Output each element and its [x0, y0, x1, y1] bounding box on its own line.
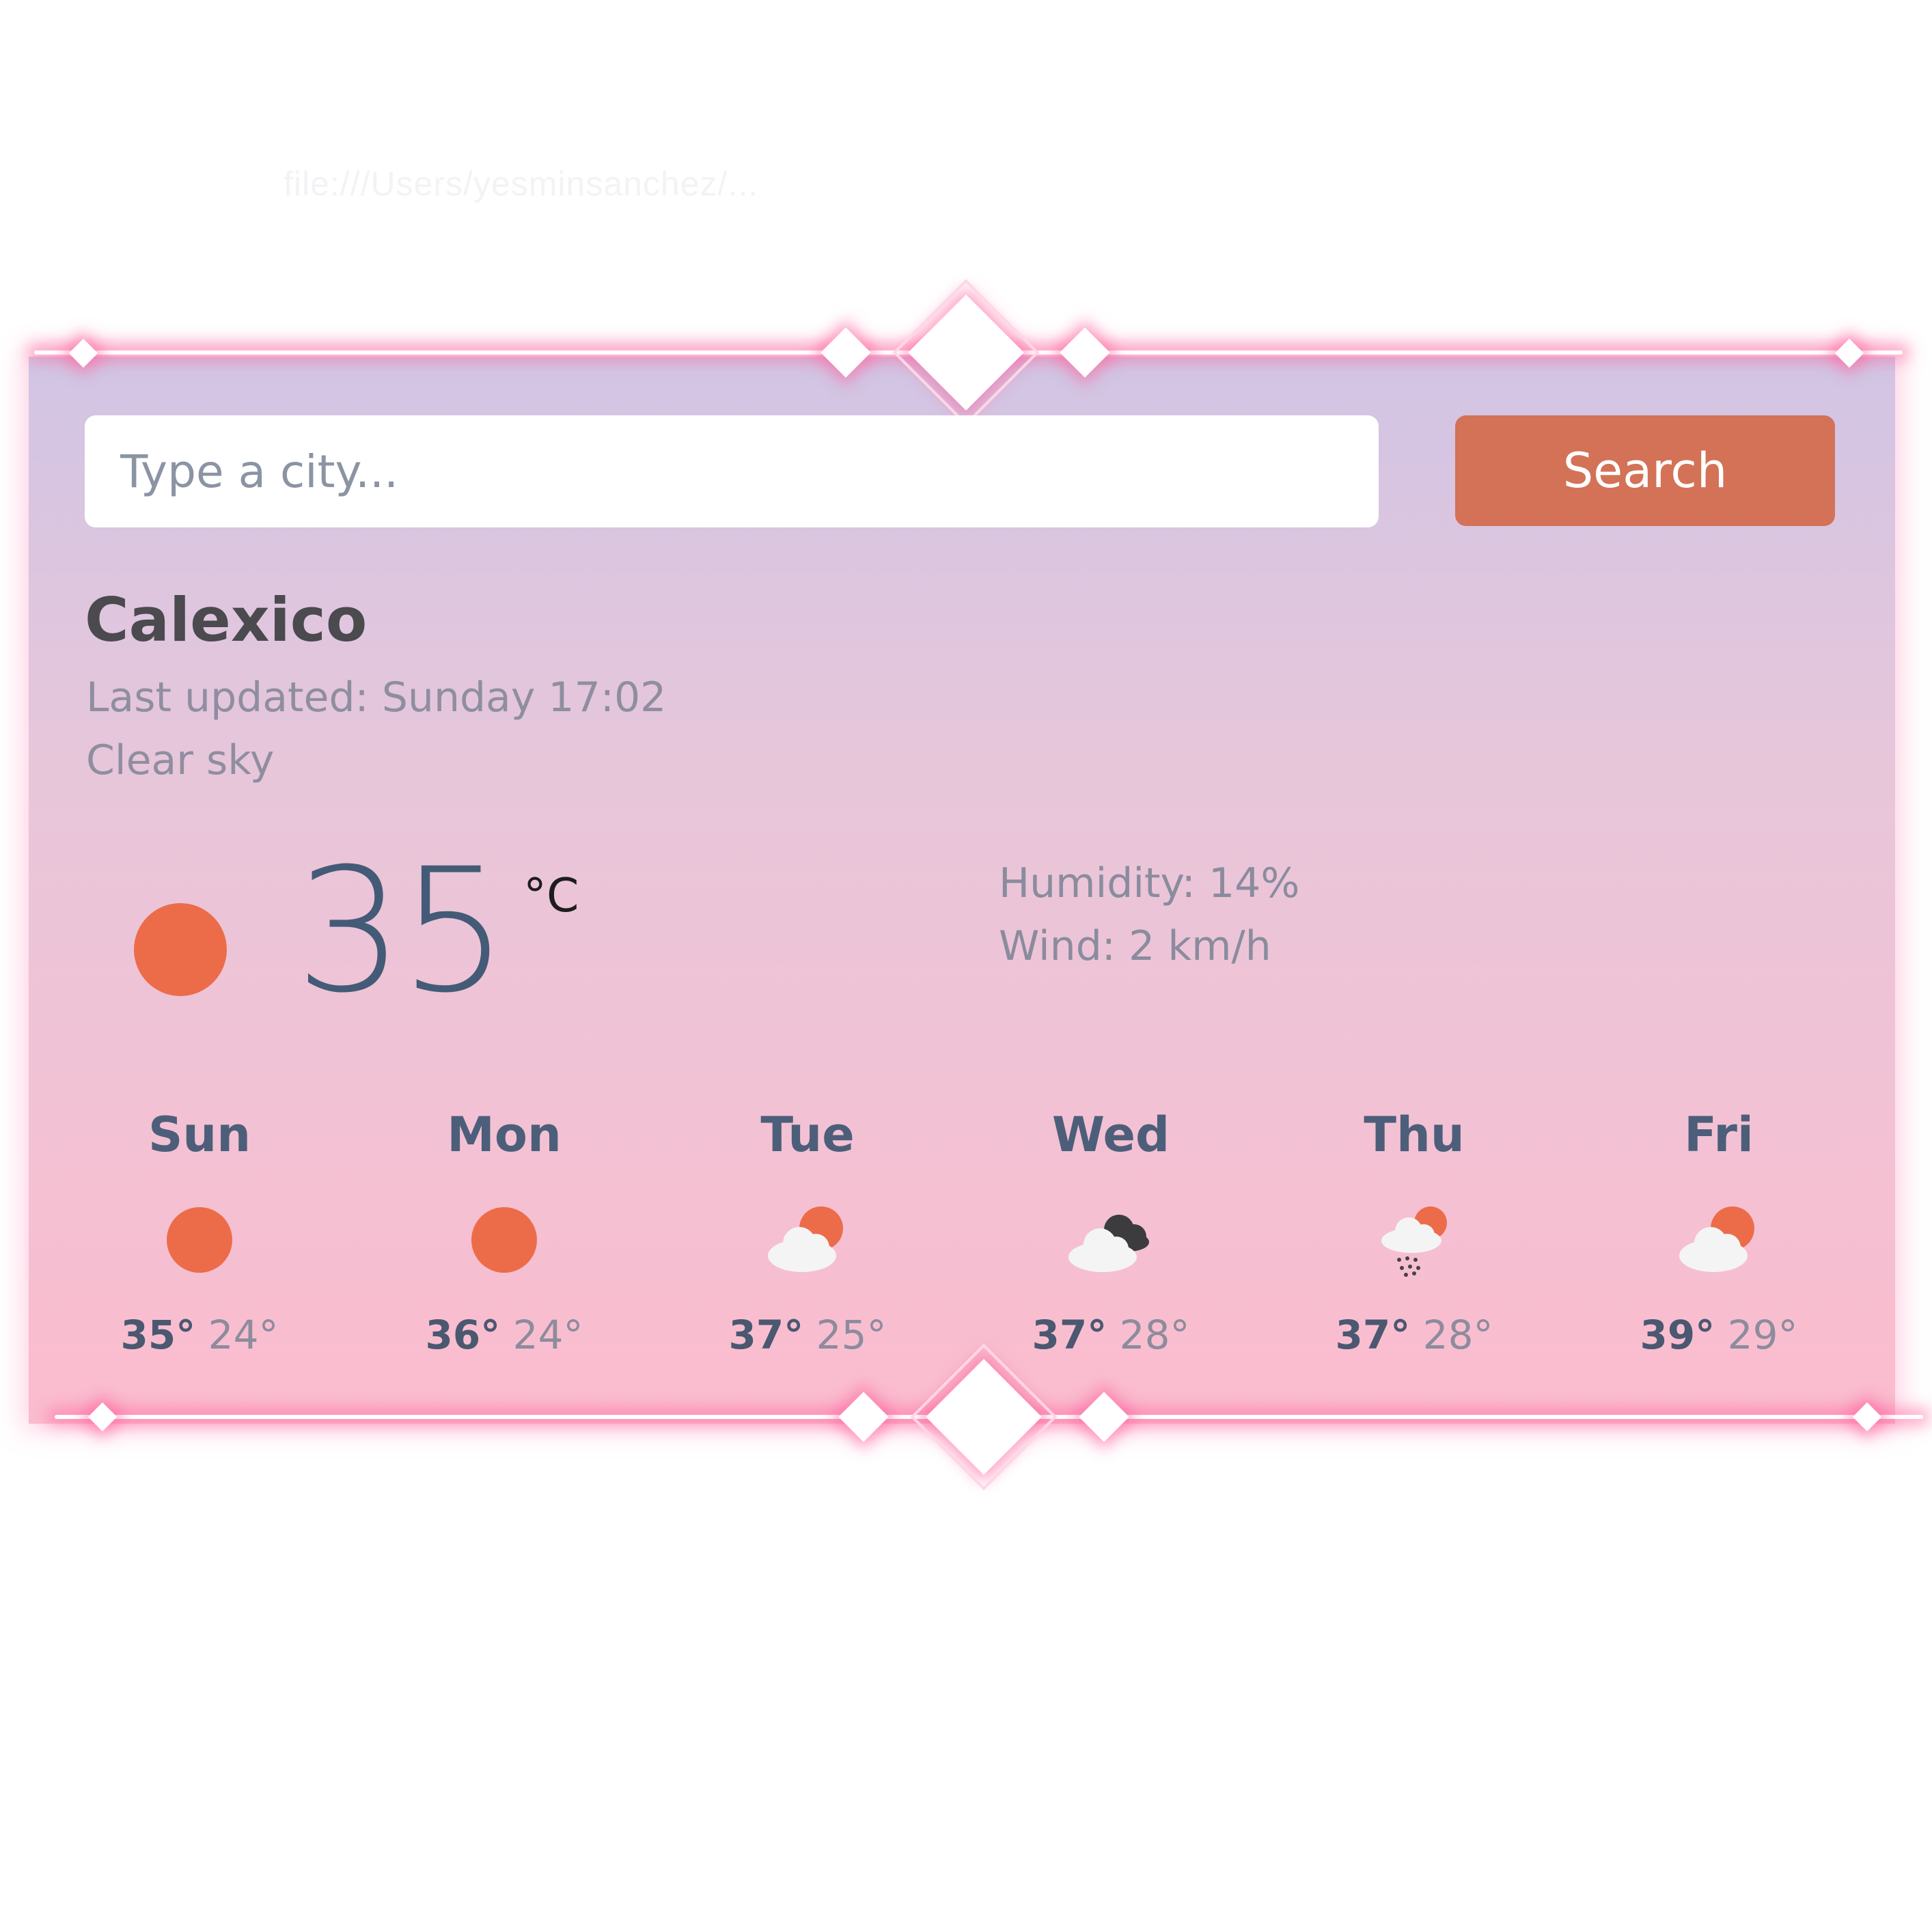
forecast-temps: 39° 29° [1596, 1312, 1842, 1358]
forecast-day: Fri 39° 29° [1596, 1107, 1842, 1380]
forecast-day: Thu 37° 28° [1291, 1107, 1537, 1380]
forecast-day-name: Tue [760, 1107, 855, 1163]
forecast-day-name: Mon [447, 1107, 562, 1163]
rain-sun-icon [1381, 1206, 1447, 1277]
city-search-input[interactable] [85, 415, 1379, 527]
forecast-high: 37° [1032, 1312, 1107, 1358]
forecast-low: 24° [512, 1312, 583, 1358]
forecast-temps: 37° 25° [685, 1312, 930, 1358]
humidity-text: Humidity: 14% [999, 859, 1300, 907]
temperature-unit-toggle[interactable]: °C [523, 869, 579, 923]
forecast-day: Wed 37° 28° [988, 1107, 1234, 1380]
forecast-day: Tue 37° 25° [685, 1107, 930, 1380]
sun-icon [471, 1207, 537, 1273]
wind-text: Wind: 2 km/h [999, 922, 1271, 970]
city-name: Calexico [85, 585, 368, 655]
dark-clouds-icon [1068, 1215, 1149, 1272]
forecast-day-name: Wed [1051, 1107, 1170, 1163]
forecast-low: 29° [1727, 1312, 1798, 1358]
forecast-temps: 36° 24° [381, 1312, 627, 1358]
current-temperature: 35 [295, 831, 508, 1030]
url-watermark-text: file:///Users/yesminsanchez/... [284, 165, 759, 203]
forecast-low: 25° [816, 1312, 887, 1358]
weather-description: Clear sky [86, 736, 275, 784]
forecast-day: Mon 36° 24° [381, 1107, 627, 1380]
forecast-temps: 37° 28° [1291, 1312, 1537, 1358]
forecast-low: 28° [1422, 1312, 1493, 1358]
forecast-day-name: Sun [148, 1107, 251, 1163]
forecast-day-name: Thu [1364, 1107, 1465, 1163]
forecast-high: 37° [1335, 1312, 1411, 1358]
sun-icon [167, 1207, 232, 1273]
last-updated-text: Last updated: Sunday 17:02 [86, 674, 667, 721]
forecast-temps: 37° 28° [988, 1312, 1234, 1358]
forecast-low: 28° [1119, 1312, 1190, 1358]
forecast-temps: 35° 24° [77, 1312, 322, 1358]
forecast-high: 37° [728, 1312, 804, 1358]
forecast-day: Sun 35° 24° [77, 1107, 322, 1380]
partly-cloudy-icon [768, 1206, 843, 1272]
forecast-high: 39° [1640, 1312, 1715, 1358]
forecast-high: 35° [120, 1312, 196, 1358]
partly-cloudy-icon [1679, 1206, 1754, 1272]
forecast-day-name: Fri [1684, 1107, 1754, 1163]
search-button[interactable]: Search [1455, 415, 1835, 526]
forecast-high: 36° [425, 1312, 501, 1358]
sun-icon [134, 903, 227, 996]
forecast-low: 24° [208, 1312, 279, 1358]
